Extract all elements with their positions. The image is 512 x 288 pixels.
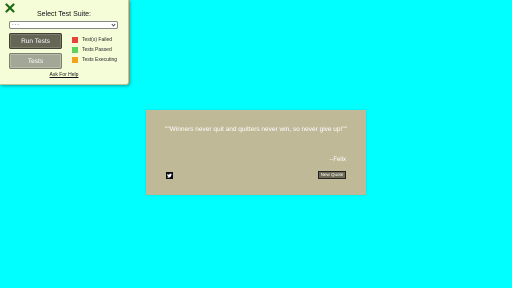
chevron-down-icon (111, 23, 116, 27)
new-quote-button[interactable]: New Quote (318, 171, 346, 179)
quote-text: ""Winners never quit and quitters never … (165, 126, 347, 133)
ask-for-help-link[interactable]: Ask For Help (0, 72, 128, 78)
failed-swatch (72, 37, 78, 43)
twitter-icon[interactable] (166, 172, 173, 179)
quote-author: --Felix (329, 157, 346, 163)
executing-swatch (72, 57, 78, 63)
legend-failed-label: Test(s) Failed (82, 37, 113, 43)
test-suite-select[interactable]: - - - (9, 21, 118, 29)
test-suite-select-value: - - - (12, 22, 19, 27)
legend-executing-label: Tests Executing (82, 57, 118, 63)
test-suite-panel: Select Test Suite: - - - Run Tests Tests… (0, 0, 129, 85)
select-suite-label: Select Test Suite: (37, 11, 91, 18)
tests-button[interactable]: Tests (9, 53, 62, 69)
run-tests-button[interactable]: Run Tests (9, 33, 62, 49)
passed-swatch (72, 47, 78, 53)
legend-passed-label: Tests Passed (82, 47, 112, 53)
quote-card: ""Winners never quit and quitters never … (146, 110, 366, 195)
